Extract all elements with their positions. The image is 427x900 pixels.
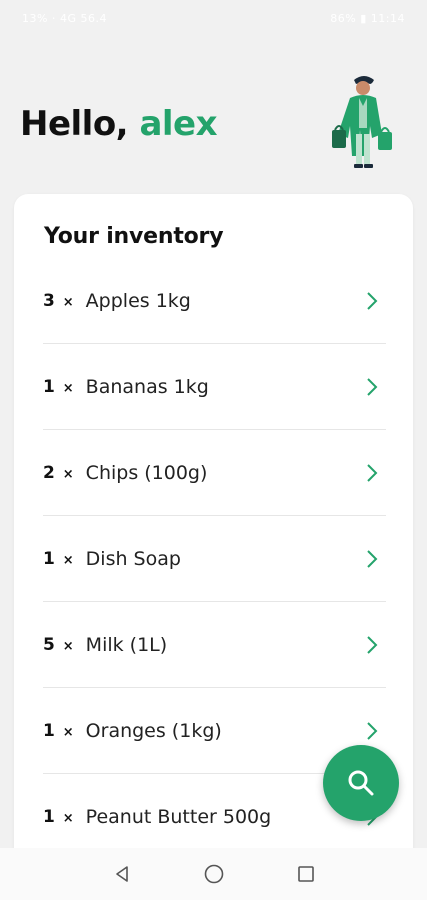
item-quantity: 1 × bbox=[43, 549, 74, 569]
search-icon bbox=[348, 770, 374, 796]
item-name: Bananas 1kg bbox=[85, 375, 209, 398]
chevron-right-icon bbox=[367, 722, 378, 740]
item-name: Peanut Butter 500g bbox=[85, 805, 272, 828]
item-qty-value: 1 bbox=[43, 376, 55, 397]
item-quantity: 1 × bbox=[43, 807, 74, 827]
item-name: Chips (100g) bbox=[85, 461, 208, 484]
qty-times-sign: × bbox=[62, 380, 74, 396]
item-qty-value: 1 bbox=[43, 548, 55, 569]
inventory-item-apples[interactable]: 3 × Apples 1kg bbox=[43, 258, 386, 344]
item-quantity: 3 × bbox=[43, 291, 74, 311]
item-name: Oranges (1kg) bbox=[85, 719, 222, 742]
status-right-text: 86% ▮ 11:14 bbox=[330, 11, 405, 25]
qty-times-sign: × bbox=[62, 294, 74, 310]
inventory-item-dish-soap[interactable]: 1 × Dish Soap bbox=[43, 516, 386, 602]
nav-back-button[interactable] bbox=[109, 861, 135, 887]
status-left: 13% ⋅ 4G 56.4 bbox=[22, 12, 107, 25]
nav-recents-button[interactable] bbox=[293, 861, 319, 887]
inventory-item-chips[interactable]: 2 × Chips (100g) bbox=[43, 430, 386, 516]
item-name: Apples 1kg bbox=[85, 289, 191, 312]
qty-times-sign: × bbox=[62, 638, 74, 654]
chevron-right-icon bbox=[367, 550, 378, 568]
qty-times-sign: × bbox=[62, 552, 74, 568]
recents-icon bbox=[297, 866, 314, 882]
inventory-title: Your inventory bbox=[44, 224, 224, 249]
item-quantity: 2 × bbox=[43, 463, 74, 483]
chevron-right-icon bbox=[367, 378, 378, 396]
chevron-right-icon bbox=[367, 464, 378, 482]
user-name: alex bbox=[139, 104, 218, 144]
chevron-right-icon bbox=[367, 292, 378, 310]
item-name: Dish Soap bbox=[85, 547, 181, 570]
qty-times-sign: × bbox=[62, 724, 74, 740]
shopper-illustration bbox=[332, 76, 392, 168]
status-left-text: 13% ⋅ 4G 56.4 bbox=[22, 11, 107, 25]
item-name: Milk (1L) bbox=[85, 633, 168, 656]
item-qty-value: 1 bbox=[43, 720, 55, 741]
system-nav-bar bbox=[0, 848, 427, 900]
back-icon bbox=[115, 866, 128, 882]
item-quantity: 1 × bbox=[43, 377, 74, 397]
item-quantity: 5 × bbox=[43, 635, 74, 655]
item-qty-value: 5 bbox=[43, 634, 55, 655]
qty-times-sign: × bbox=[62, 466, 74, 482]
search-button[interactable] bbox=[323, 745, 399, 821]
chevron-right-icon bbox=[367, 636, 378, 654]
item-quantity: 1 × bbox=[43, 721, 74, 741]
greeting-text: Hello, bbox=[20, 104, 129, 144]
inventory-item-bananas[interactable]: 1 × Bananas 1kg bbox=[43, 344, 386, 430]
status-bar: 13% ⋅ 4G 56.4 86% ▮ 11:14 bbox=[0, 0, 427, 36]
item-qty-value: 2 bbox=[43, 462, 55, 483]
greeting-heading: Hello, alex bbox=[20, 104, 218, 144]
item-qty-value: 3 bbox=[43, 290, 55, 311]
home-icon bbox=[204, 864, 223, 884]
nav-home-button[interactable] bbox=[201, 861, 227, 887]
status-right: 86% ▮ 11:14 bbox=[330, 12, 405, 25]
inventory-item-milk[interactable]: 5 × Milk (1L) bbox=[43, 602, 386, 688]
item-qty-value: 1 bbox=[43, 806, 55, 827]
qty-times-sign: × bbox=[62, 810, 74, 826]
